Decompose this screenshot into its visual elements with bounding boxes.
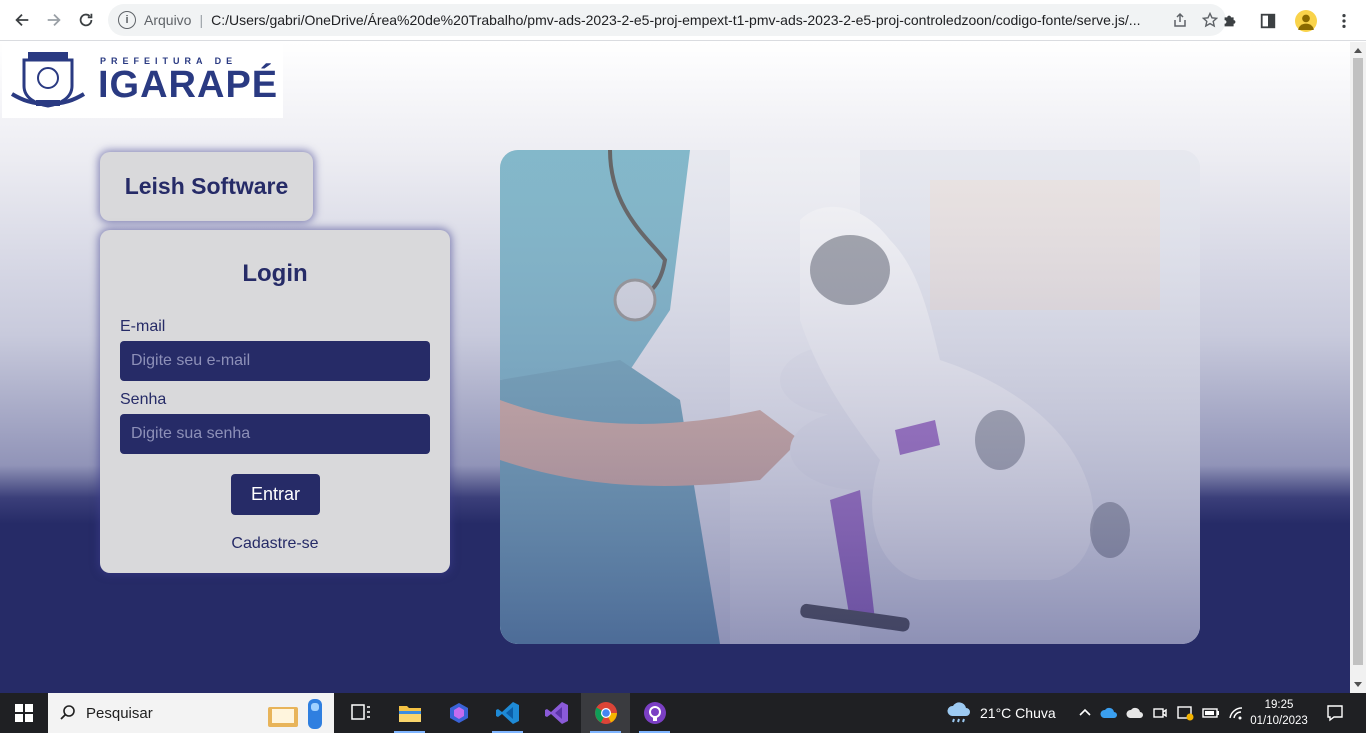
- visual-studio-icon: [544, 702, 568, 724]
- browser-toolbar: i Arquivo | C:/Users/gabri/OneDrive/Área…: [0, 0, 1366, 41]
- search-icon: [60, 705, 75, 720]
- logo-title: IGARAPÉ: [98, 64, 279, 106]
- kebab-menu-icon: [1342, 13, 1346, 28]
- cloud-icon[interactable]: [1126, 707, 1144, 719]
- reload-button[interactable]: [70, 4, 102, 36]
- address-bar[interactable]: i Arquivo | C:/Users/gabri/OneDrive/Área…: [108, 4, 1226, 36]
- folder-icon: [398, 706, 421, 722]
- start-button[interactable]: [0, 693, 48, 733]
- share-icon[interactable]: [1172, 12, 1188, 28]
- clock-date: 01/10/2023: [1250, 715, 1308, 727]
- github-icon: [643, 702, 666, 724]
- vscode-icon: [495, 702, 519, 724]
- login-card: Login E-mail Senha Entrar Cadastre-se: [100, 230, 450, 573]
- side-panel-button[interactable]: [1252, 5, 1284, 37]
- password-label: Senha: [120, 391, 167, 408]
- search-highlight-icon: [268, 699, 322, 729]
- veterinarian-dog-photo: [500, 150, 1200, 644]
- chevron-up-icon[interactable]: [1078, 706, 1092, 720]
- submit-button[interactable]: Entrar: [231, 474, 320, 515]
- battery-icon[interactable]: [1202, 706, 1220, 720]
- page-scrollbar[interactable]: [1350, 42, 1366, 693]
- vscode-button[interactable]: [483, 693, 532, 733]
- taskbar-apps: [336, 693, 679, 733]
- email-label: E-mail: [120, 318, 166, 335]
- city-logo: PREFEITURA DE IGARAPÉ: [2, 42, 283, 118]
- search-label: Pesquisar: [86, 704, 153, 722]
- coat-of-arms-icon: [10, 52, 86, 108]
- extensions-button[interactable]: [1214, 5, 1246, 37]
- rain-cloud-icon: [947, 702, 970, 723]
- notification-button[interactable]: [1320, 693, 1350, 733]
- extensions-area: [1214, 0, 1366, 41]
- email-input[interactable]: [131, 352, 419, 370]
- onedrive-icon[interactable]: [1100, 707, 1118, 719]
- github-desktop-button[interactable]: [630, 693, 679, 733]
- scheme-label: Arquivo: [144, 12, 192, 28]
- login-title: Login: [242, 260, 308, 287]
- task-view-icon: [350, 704, 370, 720]
- security-icon[interactable]: [1176, 705, 1194, 721]
- visual-studio-button[interactable]: [532, 693, 581, 733]
- arrow-left-icon: [15, 13, 29, 27]
- page-viewport: PREFEITURA DE IGARAPÉ Leish Software Log…: [0, 42, 1350, 693]
- avatar: [1295, 9, 1317, 32]
- weather-widget[interactable]: 21°C Chuva: [946, 693, 1056, 733]
- reload-icon: [79, 13, 93, 27]
- system-tray: [1078, 693, 1244, 733]
- chrome-icon: [594, 702, 617, 724]
- taskbar-search[interactable]: Pesquisar: [48, 693, 334, 733]
- windows-taskbar: Pesquisar 21°C Chuva 19:25 01/10/2023: [0, 693, 1366, 733]
- wifi-icon[interactable]: [1228, 706, 1244, 720]
- copilot-icon: [449, 703, 468, 723]
- task-view-button[interactable]: [336, 693, 385, 733]
- info-icon[interactable]: i: [118, 11, 136, 29]
- scroll-down-icon[interactable]: [1354, 682, 1362, 687]
- puzzle-icon: [1224, 15, 1236, 26]
- back-button[interactable]: [6, 4, 38, 36]
- scrollbar-thumb[interactable]: [1353, 58, 1363, 665]
- clock-time: 19:25: [1264, 699, 1294, 711]
- chrome-button[interactable]: [581, 693, 630, 733]
- profile-button[interactable]: [1290, 5, 1322, 37]
- meet-now-icon[interactable]: [1152, 705, 1168, 721]
- windows-icon: [15, 704, 33, 722]
- system-clock[interactable]: 19:25 01/10/2023: [1244, 697, 1314, 729]
- side-panel-icon: [1260, 13, 1276, 28]
- user-icon: [1298, 14, 1314, 30]
- brand-card: Leish Software: [100, 152, 313, 221]
- brand-title: Leish Software: [124, 173, 289, 199]
- file-explorer-button[interactable]: [385, 693, 434, 733]
- url-text[interactable]: C:/Users/gabri/OneDrive/Área%20de%20Trab…: [211, 12, 1151, 28]
- weather-text: 21°C Chuva: [980, 705, 1056, 721]
- password-input[interactable]: [131, 425, 419, 443]
- copilot-button[interactable]: [434, 693, 483, 733]
- notification-icon: [1327, 705, 1343, 722]
- scroll-up-icon[interactable]: [1354, 48, 1362, 53]
- menu-button[interactable]: [1328, 5, 1360, 37]
- email-field[interactable]: [120, 341, 430, 381]
- hero-image: [500, 150, 1200, 644]
- password-field[interactable]: [120, 414, 430, 454]
- forward-button[interactable]: [38, 4, 70, 36]
- arrow-right-icon: [47, 13, 61, 27]
- scheme-separator: |: [199, 12, 204, 28]
- register-link[interactable]: Cadastre-se: [100, 535, 450, 553]
